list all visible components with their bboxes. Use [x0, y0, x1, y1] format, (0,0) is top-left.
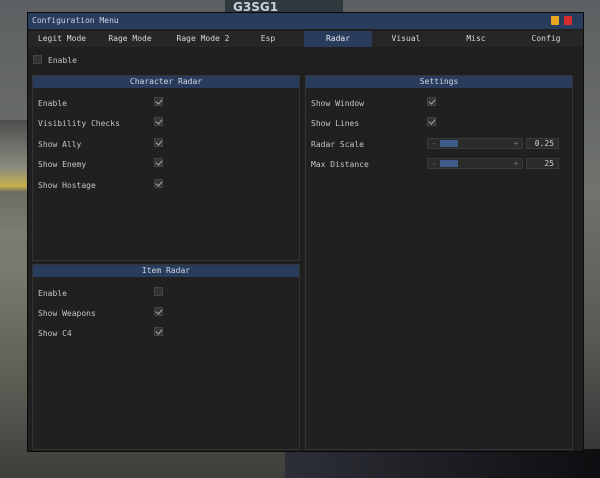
character-radar-header: Character Radar [33, 76, 299, 88]
close-button[interactable] [564, 16, 572, 25]
settings-panel: Settings Show Window Show Lines Radar Sc… [305, 75, 573, 450]
radar-scale-value[interactable]: 0.25 [526, 138, 559, 149]
settings-header: Settings [306, 76, 572, 88]
tab-visual[interactable]: Visual [378, 31, 434, 47]
ir-enable-checkbox[interactable] [154, 287, 163, 296]
cr-enable-checkbox[interactable] [154, 97, 163, 106]
show-lines-label: Show Lines [311, 119, 360, 128]
radar-scale-label: Radar Scale [311, 140, 364, 149]
item-radar-header: Item Radar [33, 265, 299, 277]
max-distance-value[interactable]: 25 [526, 158, 559, 169]
ir-show-weapons-checkbox[interactable] [154, 307, 163, 316]
cr-visibility-checks-checkbox[interactable] [154, 117, 163, 126]
configuration-window: Configuration Menu Legit Mode Rage Mode … [27, 12, 584, 452]
max-distance-increase-button[interactable]: + [511, 159, 521, 168]
cr-show-enemy-checkbox[interactable] [154, 158, 163, 167]
max-distance-decrease-button[interactable]: - [429, 159, 439, 168]
tab-esp[interactable]: Esp [248, 31, 288, 47]
show-lines-checkbox[interactable] [427, 117, 436, 126]
ir-show-c4-label: Show C4 [38, 329, 72, 338]
radar-scale-increase-button[interactable]: + [511, 139, 521, 148]
cr-show-hostage-checkbox[interactable] [154, 179, 163, 188]
max-distance-slider[interactable]: - + [427, 158, 523, 169]
enable-label: Enable [48, 56, 77, 65]
background-wall [0, 120, 27, 240]
character-radar-panel: Character Radar Enable Visibility Checks… [32, 75, 300, 261]
tab-rage-mode[interactable]: Rage Mode [100, 31, 160, 47]
tab-rage-mode-2[interactable]: Rage Mode 2 [166, 31, 240, 47]
max-distance-fill [440, 160, 458, 167]
tab-misc[interactable]: Misc [454, 31, 498, 47]
background-weapon [285, 449, 600, 478]
minimize-button[interactable] [551, 16, 559, 25]
cr-enable-label: Enable [38, 99, 67, 108]
item-radar-panel: Item Radar Enable Show Weapons Show C4 [32, 264, 300, 450]
ir-show-c4-checkbox[interactable] [154, 327, 163, 336]
title-bar[interactable]: Configuration Menu [28, 13, 583, 29]
radar-scale-decrease-button[interactable]: - [429, 139, 439, 148]
background-pillar [583, 200, 600, 478]
show-window-checkbox[interactable] [427, 97, 436, 106]
cr-show-hostage-label: Show Hostage [38, 181, 96, 190]
radar-scale-fill [440, 140, 458, 147]
cr-show-ally-label: Show Ally [38, 140, 82, 149]
enable-checkbox[interactable] [33, 55, 42, 64]
cr-show-ally-checkbox[interactable] [154, 138, 163, 147]
ir-enable-label: Enable [38, 289, 67, 298]
max-distance-label: Max Distance [311, 160, 369, 169]
tab-bar: Legit Mode Rage Mode Rage Mode 2 Esp Rad… [28, 31, 583, 47]
tab-radar[interactable]: Radar [304, 31, 372, 47]
tab-legit-mode[interactable]: Legit Mode [32, 31, 92, 47]
cr-show-enemy-label: Show Enemy [38, 160, 87, 169]
show-window-label: Show Window [311, 99, 364, 108]
cr-visibility-checks-label: Visibility Checks [38, 119, 120, 128]
ir-show-weapons-label: Show Weapons [38, 309, 96, 318]
tab-config[interactable]: Config [522, 31, 570, 47]
radar-scale-slider[interactable]: - + [427, 138, 523, 149]
window-title: Configuration Menu [32, 16, 119, 25]
